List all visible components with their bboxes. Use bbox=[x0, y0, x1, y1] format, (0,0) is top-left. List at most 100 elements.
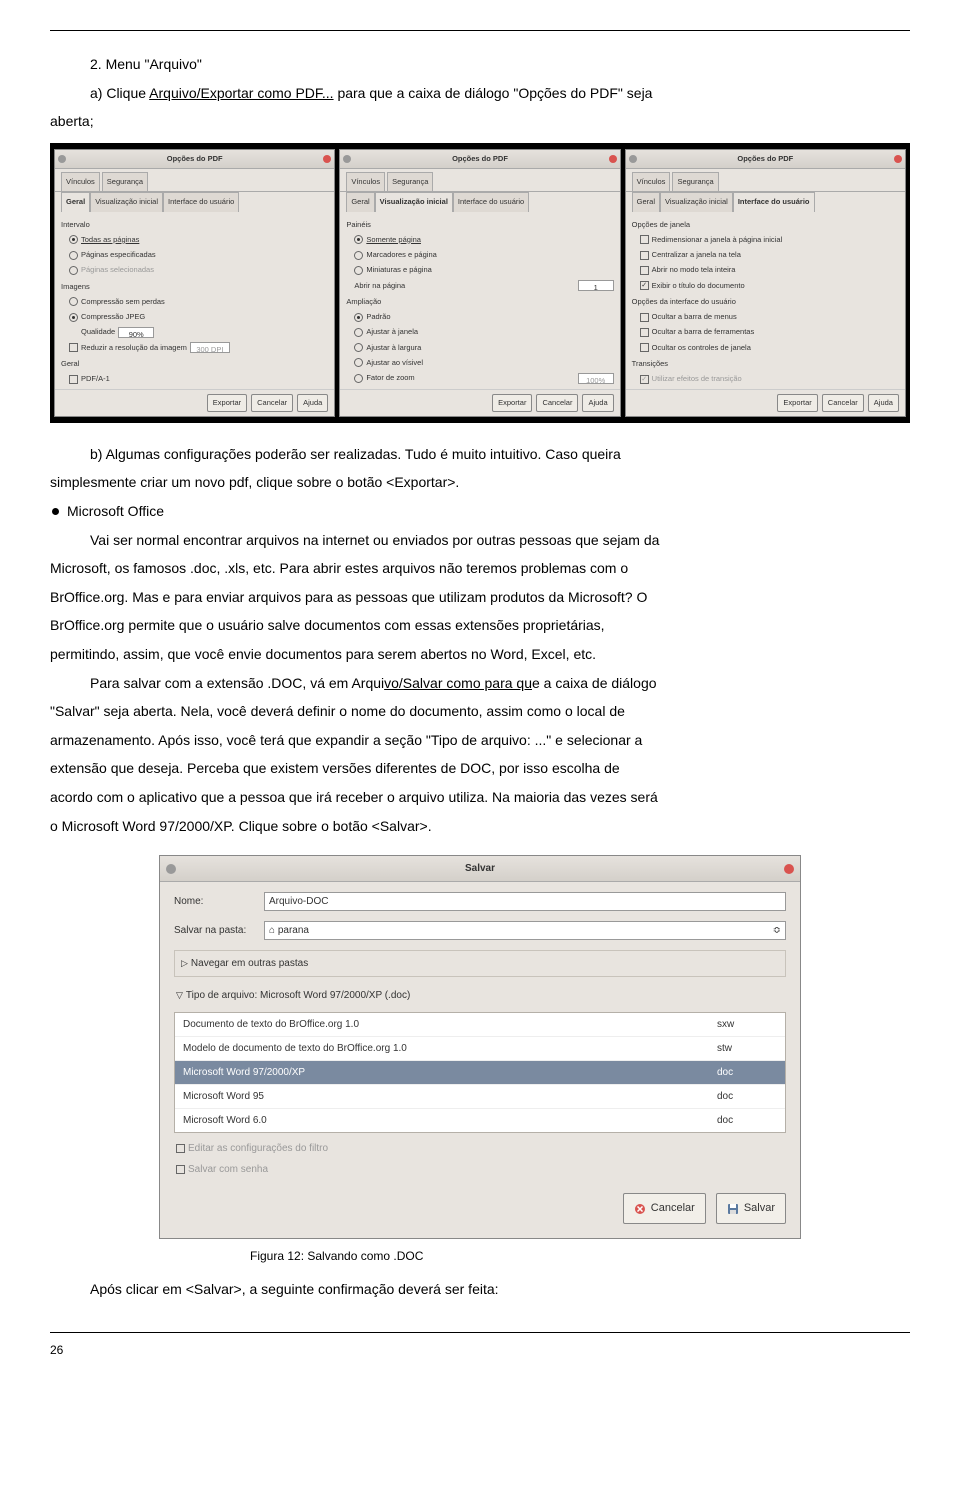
tab-seguranca[interactable]: Segurança bbox=[672, 172, 718, 191]
cancelar-button[interactable]: Cancelar bbox=[251, 394, 293, 412]
close-icon[interactable] bbox=[609, 155, 617, 163]
tab-vis-inicial[interactable]: Visualização inicial bbox=[660, 192, 733, 211]
radio-alargura[interactable] bbox=[354, 343, 363, 352]
radio-comp-jpeg[interactable] bbox=[69, 313, 78, 322]
check-editar-conf[interactable] bbox=[176, 1144, 185, 1153]
radio-pagesp[interactable] bbox=[69, 251, 78, 260]
input-dpi[interactable]: 300 DPI bbox=[190, 342, 230, 353]
list-item[interactable]: Microsoft Word 6.0doc bbox=[175, 1109, 785, 1132]
select-pasta[interactable]: ⌂ parana≎ bbox=[264, 921, 786, 940]
bullet-icon bbox=[52, 508, 59, 515]
radio-comp-sem[interactable] bbox=[69, 297, 78, 306]
check-abrir-tela[interactable] bbox=[640, 266, 649, 275]
p6-pre: Para salvar com a extensão .DOC, vá em A… bbox=[90, 675, 384, 691]
link-salvar-como: vo/Salvar como para qu bbox=[384, 675, 532, 691]
lbl-editar-conf: Editar as configurações do filtro bbox=[188, 1139, 328, 1158]
p7: Após clicar em <Salvar>, a seguinte conf… bbox=[90, 1276, 910, 1303]
group-imagens: Imagens bbox=[61, 280, 328, 294]
p6-l5: acordo com o aplicativo que a pessoa que… bbox=[50, 784, 910, 811]
check-reduzir-res[interactable] bbox=[69, 343, 78, 352]
radio-padrao-amp[interactable] bbox=[354, 313, 363, 322]
btn-cancelar-label: Cancelar bbox=[651, 1198, 695, 1219]
tab-interface[interactable]: Interface do usuário bbox=[453, 192, 529, 211]
dialog-opcoes-pdf-interface: Opções do PDF Vínculos Segurança Geral V… bbox=[625, 149, 906, 417]
expander-tipo[interactable]: ▽Tipo de arquivo: Microsoft Word 97/2000… bbox=[174, 983, 786, 1008]
tab-vis-inicial[interactable]: Visualização inicial bbox=[375, 192, 453, 211]
opt-padrao-amp: Padrão bbox=[366, 310, 390, 324]
list-item[interactable]: Microsoft Word 95doc bbox=[175, 1085, 785, 1109]
input-qualidade[interactable]: 90% bbox=[118, 327, 154, 338]
check-ocferr[interactable] bbox=[640, 328, 649, 337]
cancelar-button[interactable]: Cancelar bbox=[822, 394, 864, 412]
filetype-list: Documento de texto do BrOffice.org 1.0sx… bbox=[174, 1012, 786, 1133]
tab-vis-inicial[interactable]: Visualização inicial bbox=[90, 192, 163, 211]
list-item[interactable]: Documento de texto do BrOffice.org 1.0sx… bbox=[175, 1013, 785, 1037]
opt-pag-espec: Páginas especificadas bbox=[81, 248, 156, 262]
radio-avisivel[interactable] bbox=[354, 358, 363, 367]
radio-fzoom[interactable] bbox=[354, 374, 363, 383]
expander-navegar[interactable]: ▷Navegar em outras pastas bbox=[174, 950, 786, 977]
input-fzoom[interactable]: 100% bbox=[578, 373, 614, 384]
btn-salvar-label: Salvar bbox=[744, 1198, 775, 1219]
opt-ocmenu: Ocultar a barra de menus bbox=[652, 310, 737, 324]
exportar-button[interactable]: Exportar bbox=[207, 394, 247, 412]
check-pdfa[interactable] bbox=[69, 375, 78, 384]
ft-ext: doc bbox=[717, 1063, 777, 1082]
step-b-l1: b) Algumas configurações poderão ser rea… bbox=[90, 441, 910, 468]
p5-l5: permitindo, assim, que você envie docume… bbox=[50, 641, 910, 668]
radio-todas[interactable] bbox=[69, 235, 78, 244]
salvar-button[interactable]: Salvar bbox=[716, 1193, 786, 1224]
lbl-tipo-arquivo: Tipo de arquivo: Microsoft Word 97/2000/… bbox=[186, 990, 410, 1001]
tab-interface[interactable]: Interface do usuário bbox=[163, 192, 239, 211]
cancelar-button[interactable]: Cancelar bbox=[536, 394, 578, 412]
tab-vinculos[interactable]: Vínculos bbox=[632, 172, 671, 191]
exportar-button[interactable]: Exportar bbox=[492, 394, 532, 412]
pasta-value: parana bbox=[278, 925, 309, 936]
chevron-down-icon: ▽ bbox=[176, 990, 183, 1000]
input-abrir-pagina[interactable]: 1 bbox=[578, 280, 614, 291]
list-item-selected[interactable]: Microsoft Word 97/2000/XPdoc bbox=[175, 1061, 785, 1085]
tab-geral[interactable]: Geral bbox=[346, 192, 374, 211]
p5-l3: BrOffice.org. Mas e para enviar arquivos… bbox=[50, 584, 910, 611]
check-ocmenu[interactable] bbox=[640, 313, 649, 322]
radio-somente[interactable] bbox=[354, 235, 363, 244]
opt-pag-sel: Páginas selecionadas bbox=[81, 263, 154, 277]
check-centr[interactable] bbox=[640, 251, 649, 260]
lbl-abrir-pagina: Abrir na página bbox=[354, 279, 405, 293]
radio-ajanela[interactable] bbox=[354, 328, 363, 337]
page-number: 26 bbox=[50, 1332, 910, 1362]
check-occtrl[interactable] bbox=[640, 343, 649, 352]
step-a: a) Clique Arquivo/Exportar como PDF... p… bbox=[90, 80, 910, 107]
check-exibir-titulo[interactable] bbox=[640, 281, 649, 290]
tab-geral[interactable]: Geral bbox=[632, 192, 660, 211]
dialog-title: Opções do PDF bbox=[737, 152, 793, 166]
tab-seguranca[interactable]: Segurança bbox=[387, 172, 433, 191]
check-redim[interactable] bbox=[640, 235, 649, 244]
tab-seguranca[interactable]: Segurança bbox=[102, 172, 148, 191]
ft-ext: sxw bbox=[717, 1015, 777, 1034]
input-nome[interactable]: Arquivo-DOC bbox=[264, 892, 786, 911]
radio-marc-pag[interactable] bbox=[354, 251, 363, 260]
exportar-button[interactable]: Exportar bbox=[777, 394, 817, 412]
lbl-navegar: Navegar em outras pastas bbox=[191, 958, 308, 969]
ft-ext: doc bbox=[717, 1111, 777, 1130]
window-icon bbox=[343, 155, 351, 163]
close-icon[interactable] bbox=[894, 155, 902, 163]
close-icon[interactable] bbox=[784, 864, 794, 874]
radio-pagsel[interactable] bbox=[69, 266, 78, 275]
opt-reduzir: Reduzir a resolução da imagem bbox=[81, 341, 187, 355]
check-salvar-senha[interactable] bbox=[176, 1165, 185, 1174]
ajuda-button[interactable]: Ajuda bbox=[582, 394, 613, 412]
tab-interface[interactable]: Interface do usuário bbox=[733, 192, 815, 211]
cancelar-button[interactable]: Cancelar bbox=[623, 1193, 706, 1224]
tab-geral[interactable]: Geral bbox=[61, 192, 90, 211]
close-icon[interactable] bbox=[323, 155, 331, 163]
tab-vinculos[interactable]: Vínculos bbox=[346, 172, 385, 191]
radio-mini-pag[interactable] bbox=[354, 266, 363, 275]
list-item[interactable]: Modelo de documento de texto do BrOffice… bbox=[175, 1037, 785, 1061]
ajuda-button[interactable]: Ajuda bbox=[297, 394, 328, 412]
check-utiltr[interactable] bbox=[640, 375, 649, 384]
tab-vinculos[interactable]: Vínculos bbox=[61, 172, 100, 191]
save-icon bbox=[727, 1203, 739, 1215]
ajuda-button[interactable]: Ajuda bbox=[868, 394, 899, 412]
